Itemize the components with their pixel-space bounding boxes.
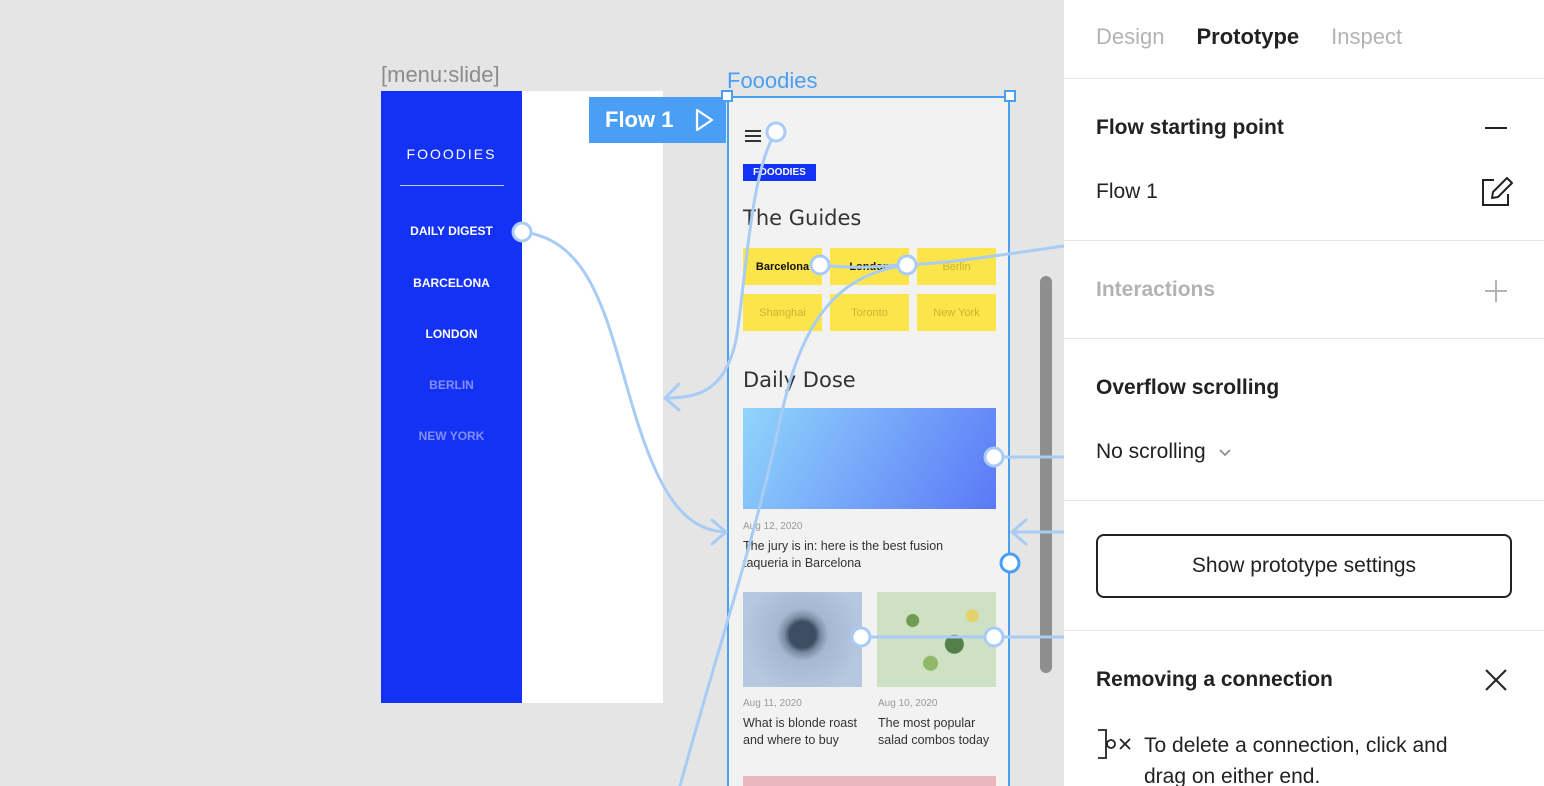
overflow-scrolling-value: No scrolling [1096, 440, 1206, 463]
next-post-image[interactable] [743, 776, 996, 786]
guide-tile-barcelona[interactable]: Barcelona [743, 248, 822, 285]
plus-icon[interactable] [1484, 279, 1508, 303]
play-icon[interactable] [694, 108, 714, 132]
guide-tile-berlin[interactable]: Berlin [917, 248, 996, 285]
menu-panel: FOOODIES DAILY DIGEST BARCELONA LONDON B… [381, 91, 522, 703]
menu-divider [400, 185, 504, 186]
hero-post-date: Aug 12, 2020 [743, 521, 803, 532]
removing-connection-title: Removing a connection [1096, 668, 1333, 691]
guide-tile-toronto[interactable]: Toronto [830, 294, 909, 331]
close-icon[interactable] [1484, 668, 1508, 692]
salad-post-image[interactable] [877, 592, 996, 687]
properties-panel: Design Prototype Inspect Flow starting p… [1064, 0, 1544, 786]
guide-tile-london[interactable]: London [830, 248, 909, 285]
divider [1064, 500, 1544, 501]
divider [1064, 240, 1544, 241]
interactions-title: Interactions [1096, 278, 1216, 301]
resize-handle-top-left[interactable] [721, 90, 733, 102]
app-brand-badge: FOOODIES [743, 164, 816, 181]
guide-tile-new-york[interactable]: New York [917, 294, 996, 331]
design-canvas[interactable]: [menu:slide] Fooodies FOOODIES DAILY DIG… [0, 0, 1064, 786]
flow-tag-label: Flow 1 [605, 107, 674, 132]
hamburger-menu-icon[interactable] [745, 130, 761, 145]
coffee-post-date: Aug 11, 2020 [743, 698, 802, 709]
salad-post-date: Aug 10, 2020 [878, 698, 938, 709]
resize-handle-top-right[interactable] [1004, 90, 1016, 102]
menu-item-new-york[interactable]: NEW YORK [381, 429, 522, 443]
overflow-scrolling-title: Overflow scrolling [1096, 376, 1280, 399]
guide-tile-shanghai[interactable]: Shanghai [743, 294, 822, 331]
menu-item-berlin[interactable]: BERLIN [381, 378, 522, 392]
coffee-post-image[interactable] [743, 592, 862, 687]
tab-prototype[interactable]: Prototype [1196, 24, 1299, 50]
removing-connection-help: To delete a connection, click and drag o… [1144, 734, 1448, 786]
menu-item-london[interactable]: LONDON [381, 327, 522, 341]
tab-inspect[interactable]: Inspect [1331, 24, 1402, 50]
hero-post-image[interactable] [743, 408, 996, 509]
menu-item-barcelona[interactable]: BARCELONA [381, 276, 522, 290]
fooodies-app-frame[interactable]: FOOODIES The Guides Barcelona London Ber… [727, 96, 1010, 786]
overflow-scrolling-select[interactable]: No scrolling [1096, 440, 1232, 464]
show-prototype-settings-button[interactable]: Show prototype settings [1096, 534, 1512, 598]
chevron-down-icon [1219, 449, 1231, 457]
app-frame-label[interactable]: Fooodies [727, 68, 818, 94]
coffee-post-title[interactable]: What is blonde roast and where to buy [743, 715, 869, 749]
divider [1064, 338, 1544, 339]
menu-slide-frame[interactable]: FOOODIES DAILY DIGEST BARCELONA LONDON B… [381, 91, 663, 703]
edit-icon[interactable] [1480, 176, 1514, 208]
divider [1064, 630, 1544, 631]
canvas-scrollbar[interactable] [1040, 276, 1052, 673]
flow-name[interactable]: Flow 1 [1096, 180, 1158, 204]
daily-dose-heading: Daily Dose [743, 368, 856, 392]
salad-post-title[interactable]: The most popular salad combos today [878, 715, 1004, 749]
menu-brand: FOOODIES [406, 146, 497, 162]
menu-item-daily-digest[interactable]: DAILY DIGEST [381, 224, 522, 238]
tab-design[interactable]: Design [1096, 24, 1164, 50]
guides-heading: The Guides [743, 206, 862, 230]
minus-icon[interactable] [1484, 118, 1508, 138]
menu-frame-label[interactable]: [menu:slide] [381, 62, 500, 88]
disconnect-icon [1098, 729, 1131, 759]
flow-start-tag[interactable]: Flow 1 [589, 97, 726, 143]
divider [1064, 78, 1544, 79]
flow-start-title: Flow starting point [1096, 116, 1284, 139]
hero-post-title[interactable]: The jury is in: here is the best fusion … [743, 538, 983, 572]
panel-tabs: Design Prototype Inspect [1096, 24, 1402, 50]
